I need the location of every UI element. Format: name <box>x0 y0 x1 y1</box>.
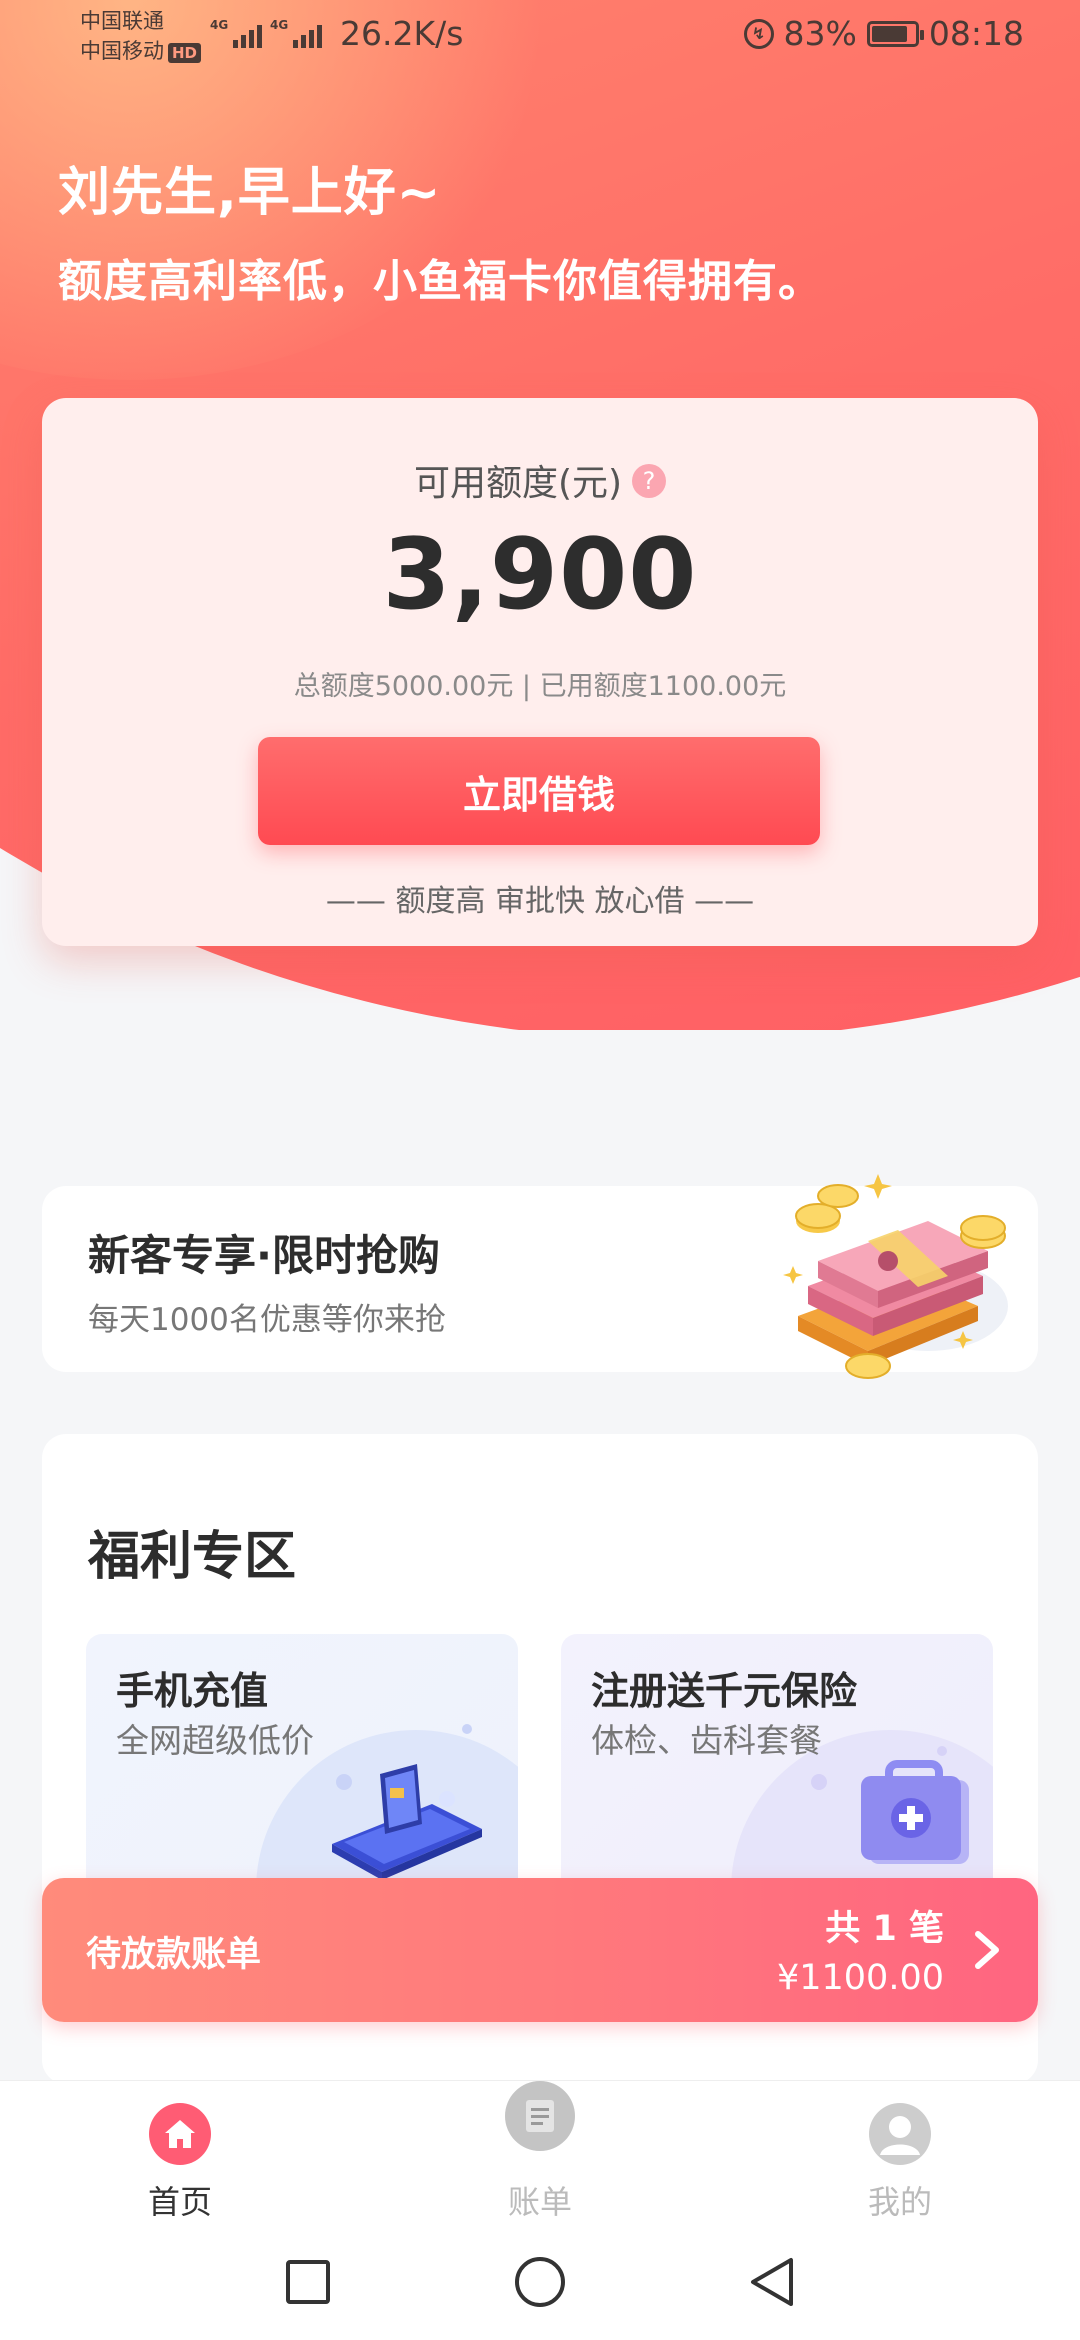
hd-badge: HD <box>168 43 202 63</box>
network-type-1: 4G <box>210 18 229 32</box>
carrier-info: 中国联通 中国移动 HD <box>80 6 202 66</box>
battery-icon <box>866 20 924 47</box>
available-credit-label-row: 可用额度(元)? <box>42 454 1038 506</box>
clock: 08:18 <box>928 14 1024 53</box>
money-stack-icon <box>783 1174 1008 1379</box>
home-circle-icon[interactable] <box>510 2252 570 2312</box>
medical-kit-icon <box>861 1760 969 1864</box>
pending-bill-count: 共 1 笔 <box>825 1909 944 1949</box>
credit-tagline: —— 额度高 审批快 放心借 —— <box>325 884 755 919</box>
network-type-2: 4G <box>270 18 289 32</box>
nav-label: 首页 <box>147 2183 212 2221</box>
home-icon <box>149 2103 211 2165</box>
carrier-1: 中国联通 <box>80 9 164 33</box>
signal-strength-icon-1: 4G <box>210 18 263 48</box>
decor-dot <box>462 1724 472 1734</box>
phone-card-icon <box>332 1764 482 1880</box>
welfare-item-phone-recharge[interactable]: 手机充值 全网超级低价 <box>86 1634 518 1904</box>
decor-dot <box>811 1774 827 1790</box>
promo-subtitle: 每天1000名优惠等你来抢 <box>88 1302 446 1338</box>
new-customer-promo-card[interactable]: 新客专享·限时抢购 每天1000名优惠等你来抢 <box>42 1174 1038 1379</box>
pending-disbursement-banner[interactable]: 待放款账单 共 1 笔 ¥1100.00 <box>42 1878 1038 2022</box>
welfare-item-insurance[interactable]: 注册送千元保险 体检、齿科套餐 <box>561 1634 993 1904</box>
nav-item-profile[interactable]: 我的 <box>720 2081 1080 2226</box>
status-right-group: ↯ 83% 08:18 <box>743 14 1024 53</box>
help-icon[interactable]: ? <box>632 464 667 498</box>
network-speed: 26.2K/s <box>340 14 464 53</box>
slogan-text: 额度高利率低，小鱼福卡你值得拥有。 <box>58 256 823 307</box>
bottom-navigation: 首页 账单 我的 <box>0 2080 1080 2226</box>
welfare-item-subtitle: 体检、齿科套餐 <box>591 1721 822 1760</box>
credit-limit-card: 可用额度(元)? 3,900 总额度5000.00元 | 已用额度1100.00… <box>42 398 1038 946</box>
signal-strength-icon-2: 4G <box>270 18 323 48</box>
back-triangle-icon[interactable] <box>742 2252 802 2312</box>
pending-bill-title: 待放款账单 <box>86 1935 262 1975</box>
carrier-2: 中国移动 <box>80 39 164 63</box>
nav-label: 我的 <box>867 2183 932 2221</box>
borrow-now-button[interactable]: 立即借钱 <box>258 737 820 845</box>
welfare-title: 福利专区 <box>88 1527 297 1587</box>
welfare-item-title: 注册送千元保险 <box>591 1669 858 1713</box>
nav-item-bills[interactable]: 账单 <box>360 2081 720 2226</box>
welfare-item-subtitle: 全网超级低价 <box>116 1721 314 1760</box>
available-credit-amount: 3,900 <box>382 518 698 632</box>
credit-detail: 总额度5000.00元 | 已用额度1100.00元 <box>293 671 787 702</box>
greeting-text: 刘先生,早上好~ <box>58 163 442 223</box>
profile-icon <box>869 2103 931 2165</box>
recent-apps-icon[interactable] <box>278 2252 338 2312</box>
nav-item-home[interactable]: 首页 <box>0 2081 360 2226</box>
available-credit-label: 可用额度(元) <box>413 463 623 504</box>
system-navigation-bar <box>0 2226 1080 2340</box>
status-bar: 中国联通 中国移动 HD 4G 4G 26.2K/s ↯ 83% 08:18 <box>0 0 1080 72</box>
welfare-item-title: 手机充值 <box>116 1669 269 1713</box>
power-saving-icon: ↯ <box>743 18 774 49</box>
chevron-right-icon <box>975 1931 999 1969</box>
pending-bill-amount: ¥1100.00 <box>776 1958 944 1998</box>
bill-icon <box>505 2081 575 2151</box>
battery-percent: 83% <box>783 14 857 53</box>
promo-title: 新客专享·限时抢购 <box>88 1231 440 1280</box>
nav-label: 账单 <box>507 2183 572 2221</box>
battery-fill <box>871 25 907 42</box>
